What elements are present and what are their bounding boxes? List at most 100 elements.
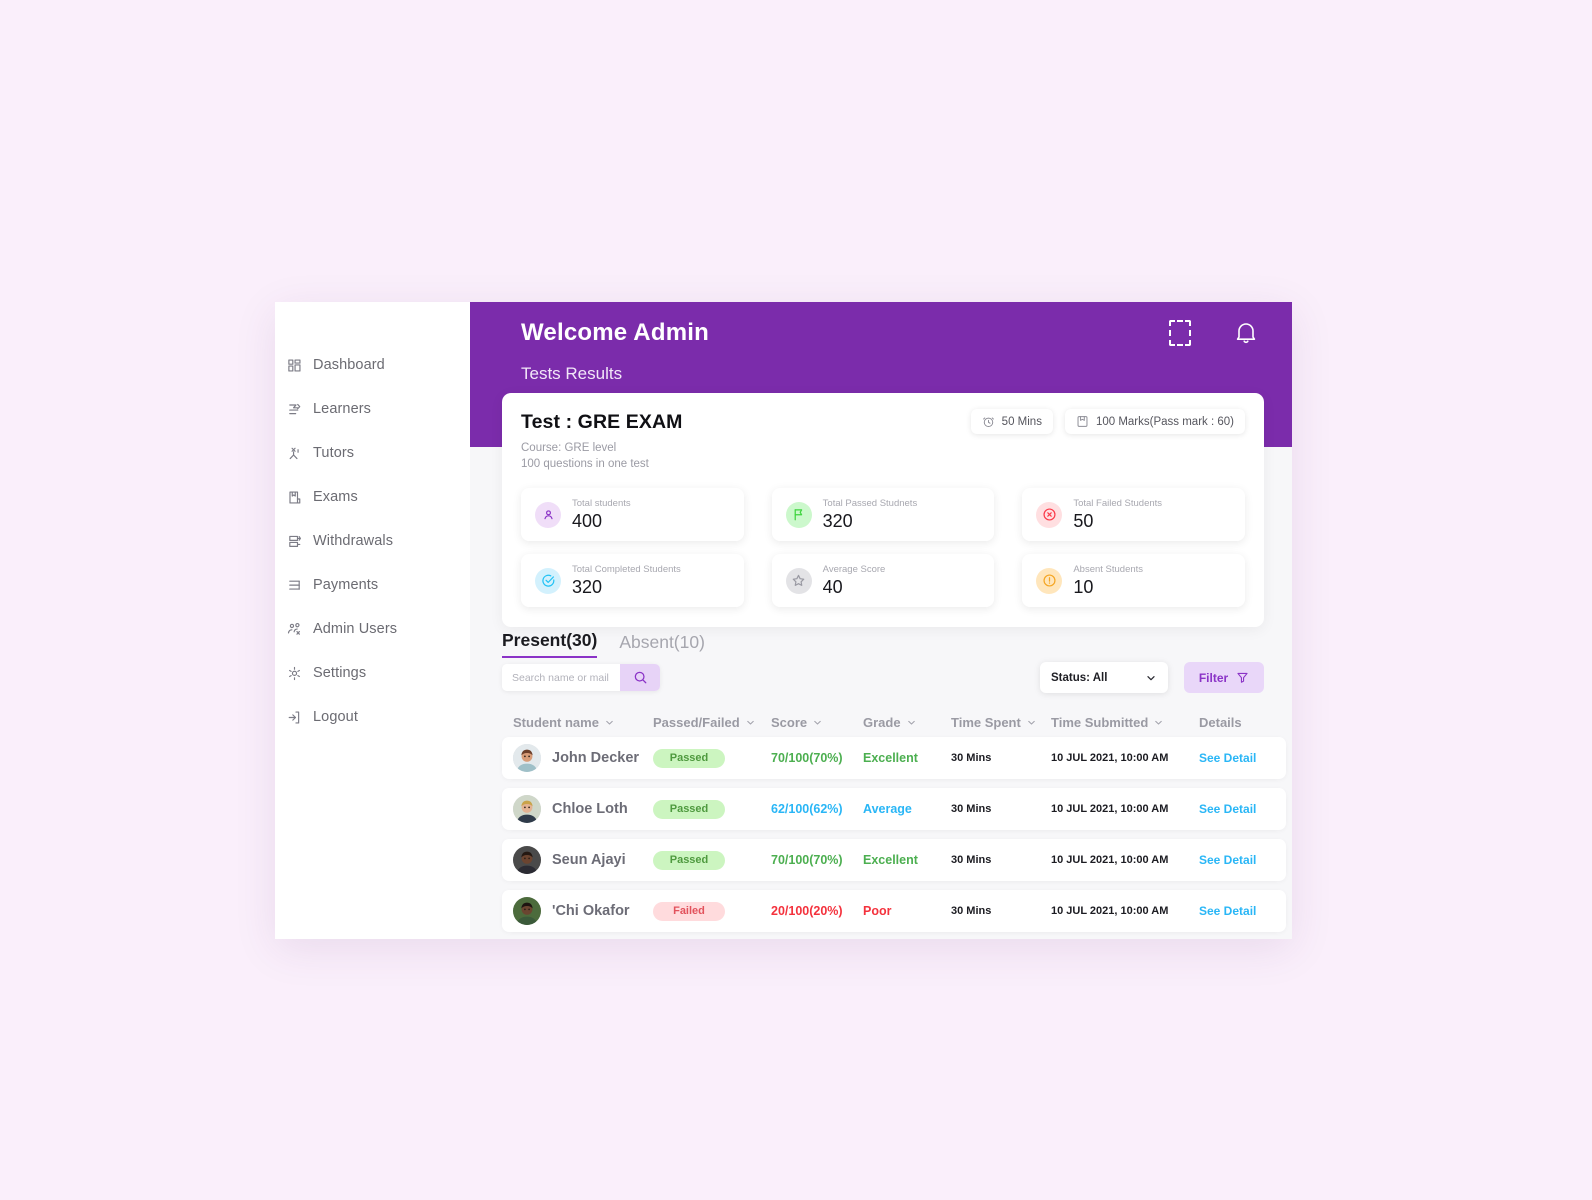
column-header-label: Time Spent bbox=[951, 714, 1021, 730]
column-header-label: Time Submitted bbox=[1051, 714, 1149, 730]
stat-card: Absent Students 10 bbox=[1022, 554, 1245, 607]
column-header-grade[interactable]: Grade bbox=[863, 715, 951, 730]
tab-absent[interactable]: Absent(10) bbox=[619, 632, 705, 658]
notification-bell-icon[interactable] bbox=[1234, 320, 1258, 346]
stat-cards-grid: Total students 400 Total Passed Studnets 32… bbox=[521, 488, 1245, 607]
sidebar-item-label: Admin Users bbox=[313, 621, 398, 637]
flag-icon bbox=[785, 501, 812, 528]
student-name: 'Chi Okafor bbox=[552, 903, 630, 919]
column-header-time-submitted[interactable]: Time Submitted bbox=[1051, 715, 1199, 730]
time-spent-value: 30 Mins bbox=[951, 854, 992, 866]
time-spent-value: 30 Mins bbox=[951, 905, 992, 917]
marks-note-icon bbox=[1077, 416, 1088, 427]
avatar bbox=[513, 846, 541, 874]
duration-chip: 50 Mins bbox=[970, 409, 1053, 434]
column-header-score[interactable]: Score bbox=[771, 715, 863, 730]
sidebar-item-label: Exams bbox=[313, 489, 358, 505]
column-header-student-name[interactable]: Student name bbox=[513, 715, 653, 730]
main-content: Welcome Admin Tests Results Test : GRE E… bbox=[470, 302, 1292, 939]
stat-value: 400 bbox=[572, 510, 603, 531]
sidebar-item-payments[interactable]: Payments bbox=[275, 563, 470, 607]
table-controls: Status: All Filter bbox=[502, 662, 1264, 694]
student-name-cell: Seun Ajayi bbox=[513, 846, 653, 874]
table-header-row: Student name Passed/Failed Score Grade Time … bbox=[502, 707, 1286, 737]
test-summary-card: Test : GRE EXAM Course: GRE level 100 qu… bbox=[502, 393, 1264, 627]
table-row: Seun Ajayi Passed 70/100(70%) Excellent 30 M… bbox=[502, 839, 1286, 881]
filter-button[interactable]: Filter bbox=[1184, 662, 1264, 693]
sidebar-item-withdrawals[interactable]: Withdrawals bbox=[275, 519, 470, 563]
see-detail-link[interactable]: See Detail bbox=[1199, 904, 1271, 918]
grade-value: Excellent bbox=[863, 751, 918, 765]
sidebar-item-label: Withdrawals bbox=[313, 533, 394, 549]
score-value: 62/100(62%) bbox=[771, 802, 843, 816]
column-header-time-spent[interactable]: Time Spent bbox=[951, 715, 1051, 730]
duration-label: 50 Mins bbox=[1001, 415, 1042, 428]
check-circle-icon bbox=[535, 567, 561, 594]
stat-label: Total Completed Students bbox=[572, 563, 681, 575]
marks-chip: 100 Marks(Pass mark : 60) bbox=[1064, 409, 1245, 434]
see-detail-link[interactable]: See Detail bbox=[1199, 853, 1271, 867]
page-title: Welcome Admin bbox=[521, 319, 709, 346]
withdrawals-icon bbox=[287, 534, 302, 549]
stat-card: Total Completed Students 320 bbox=[521, 554, 744, 607]
table-row: 'Chi Okafor Failed 20/100(20%) Poor 30 Mins 1… bbox=[502, 890, 1286, 932]
funnel-icon bbox=[1237, 672, 1248, 683]
sidebar-item-dashboard[interactable]: Dashboard bbox=[275, 343, 470, 387]
score-value: 20/100(20%) bbox=[771, 904, 843, 918]
avatar bbox=[513, 795, 541, 823]
search-button[interactable] bbox=[620, 664, 660, 691]
stat-label: Absent Students bbox=[1073, 563, 1144, 575]
page-subtitle: Tests Results bbox=[521, 364, 623, 383]
see-detail-link[interactable]: See Detail bbox=[1199, 802, 1271, 816]
chevron-down-icon bbox=[1147, 675, 1155, 680]
sidebar-item-exams[interactable]: Exams bbox=[275, 475, 470, 519]
status-filter-select[interactable]: Status: All bbox=[1040, 662, 1168, 693]
avatar bbox=[513, 897, 541, 925]
sidebar-item-label: Payments bbox=[313, 577, 379, 593]
column-header-label: Details bbox=[1199, 714, 1242, 730]
sidebar-item-learners[interactable]: Learners bbox=[275, 387, 470, 431]
chevron-down-icon bbox=[1028, 720, 1035, 725]
star-icon bbox=[785, 567, 812, 594]
column-header-passed-failed[interactable]: Passed/Failed bbox=[653, 715, 771, 730]
status-badge: Failed bbox=[653, 901, 725, 921]
student-name-cell: John Decker bbox=[513, 744, 653, 772]
stat-card: Total Passed Studnets 320 bbox=[771, 488, 995, 541]
stat-card: Average Score 40 bbox=[771, 554, 995, 607]
stat-value: 10 bbox=[1073, 576, 1094, 597]
learners-icon bbox=[287, 402, 302, 417]
see-detail-link[interactable]: See Detail bbox=[1199, 751, 1271, 765]
stat-value: 40 bbox=[822, 576, 843, 597]
sidebar-item-logout[interactable]: Logout bbox=[275, 695, 470, 739]
sidebar-item-tutors[interactable]: Tutors bbox=[275, 431, 470, 475]
student-name: Chloe Loth bbox=[552, 801, 628, 817]
sidebar-item-settings[interactable]: Settings bbox=[275, 651, 470, 695]
stat-value: 50 bbox=[1073, 510, 1094, 531]
payments-icon bbox=[287, 578, 302, 593]
header-actions bbox=[1169, 320, 1258, 346]
exams-icon bbox=[287, 490, 302, 505]
stat-value: 320 bbox=[822, 510, 853, 531]
tutors-icon bbox=[287, 446, 302, 461]
grade-value: Poor bbox=[863, 904, 892, 918]
table-row: John Decker Passed 70/100(70%) Excellent 30 … bbox=[502, 737, 1286, 779]
results-table: Student name Passed/Failed Score Grade Time … bbox=[502, 707, 1286, 939]
time-spent-value: 30 Mins bbox=[951, 752, 992, 764]
tab-present[interactable]: Present(30) bbox=[502, 630, 598, 658]
sidebar-item-admin-users[interactable]: Admin Users bbox=[275, 607, 470, 651]
exclamation-circle-icon bbox=[1036, 567, 1063, 594]
stat-label: Average Score bbox=[822, 563, 886, 575]
column-header-label: Passed/Failed bbox=[653, 714, 740, 730]
stat-value: 320 bbox=[572, 576, 603, 597]
sidebar-item-label: Learners bbox=[313, 401, 372, 417]
alarm-clock-icon bbox=[982, 417, 994, 428]
time-spent-value: 30 Mins bbox=[951, 803, 992, 815]
placeholder-square-icon[interactable] bbox=[1169, 320, 1193, 346]
person-icon bbox=[535, 501, 561, 528]
stat-label: Total Passed Studnets bbox=[822, 497, 918, 509]
chevron-down-icon bbox=[606, 720, 613, 725]
score-value: 70/100(70%) bbox=[771, 751, 843, 765]
search-input[interactable] bbox=[502, 664, 620, 691]
student-name: John Decker bbox=[552, 750, 640, 766]
student-name-cell: Chloe Loth bbox=[513, 795, 653, 823]
